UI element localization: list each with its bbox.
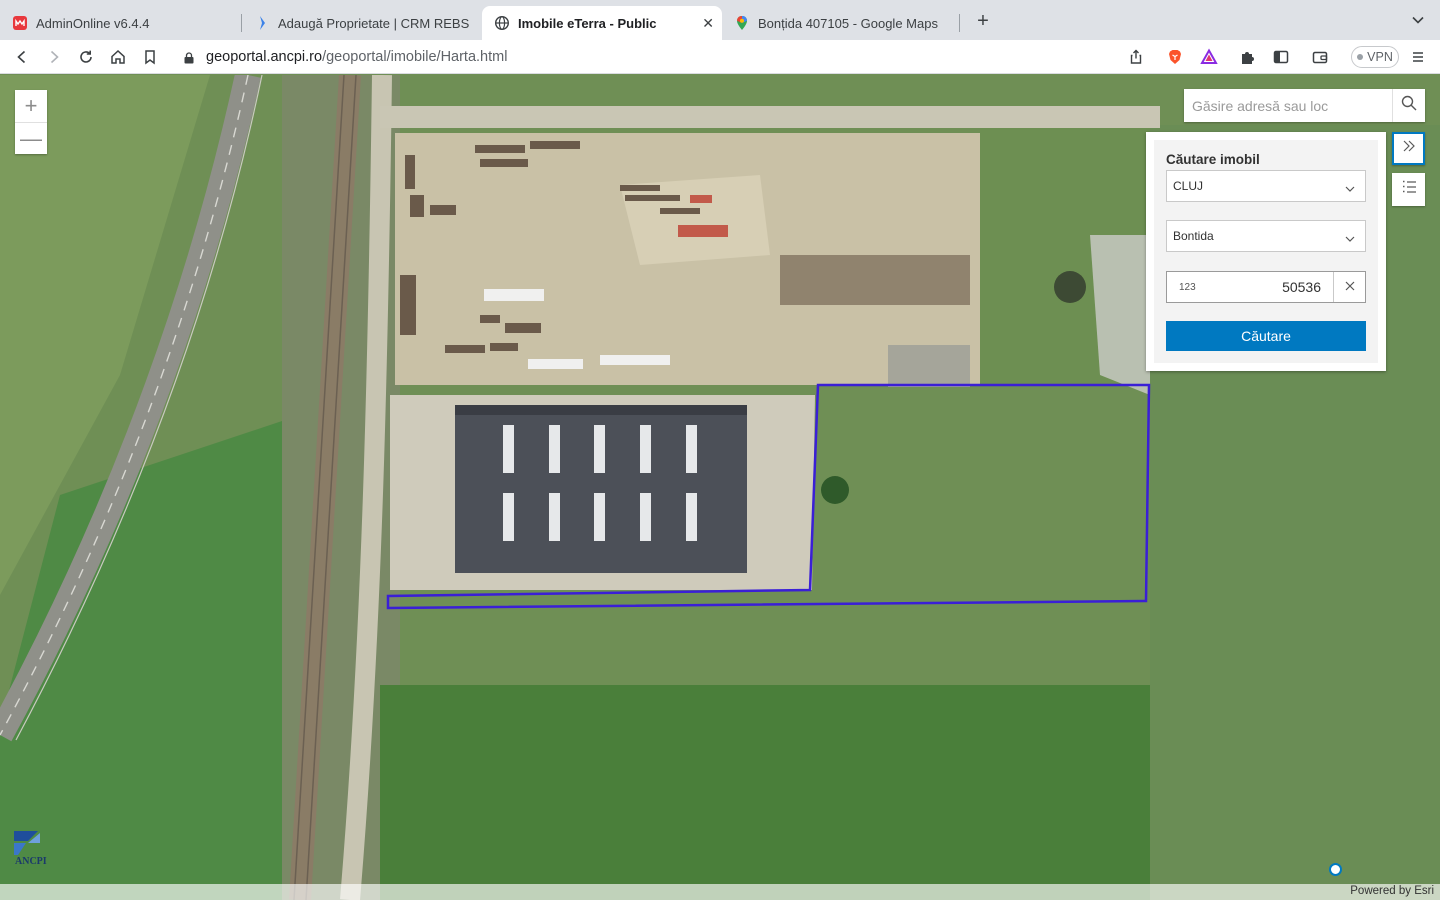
tab-title: Imobile eTerra - Public [518, 15, 657, 31]
cadastral-number-value[interactable]: 50536 [1282, 279, 1321, 295]
wallet-icon[interactable] [1311, 48, 1329, 66]
close-tab-icon[interactable]: ✕ [702, 15, 714, 32]
address-search [1184, 89, 1425, 122]
forward-arrow-icon[interactable] [45, 48, 63, 66]
chevron-down-icon[interactable] [1410, 12, 1426, 28]
attribution-text[interactable]: Powered by Esri [1350, 885, 1434, 897]
url-text[interactable]: geoportal.ancpi.ro/geoportal/imobile/Har… [206, 49, 507, 65]
double-chevron-right-icon [1401, 138, 1417, 159]
brave-shield-icon[interactable] [1166, 48, 1184, 66]
vpn-status-dot-icon [1357, 54, 1364, 60]
reload-icon[interactable] [77, 48, 95, 66]
tab-title: AdminOnline v6.4.4 [36, 15, 150, 31]
brave-rewards-icon[interactable] [1200, 48, 1218, 66]
collapse-panel-button[interactable] [1392, 132, 1425, 165]
county-value: CLUJ [1173, 179, 1204, 193]
share-icon[interactable] [1127, 48, 1145, 66]
lock-icon[interactable] [184, 51, 194, 64]
tab-strip: AdminOnline v6.4.4 Adaugă Proprietate | … [0, 0, 1440, 40]
map-view[interactable]: + — Căutare imobil CLUJ Bonti [0, 75, 1440, 900]
logo-text: ANCPI [15, 856, 47, 867]
county-select[interactable]: CLUJ [1166, 170, 1366, 202]
locality-value: Bontida [1173, 229, 1214, 243]
cadastral-number-input[interactable]: 123 50536 [1166, 271, 1366, 303]
tab-crm-rebs[interactable]: Adaugă Proprietate | CRM REBS [242, 6, 482, 40]
tab-imobile-eterra[interactable]: Imobile eTerra - Public ✕ [482, 6, 722, 40]
zoom-control: + — [15, 90, 47, 154]
home-icon[interactable] [109, 48, 127, 66]
map-slider-handle[interactable] [1329, 863, 1342, 876]
address-bar[interactable]: geoportal.ancpi.ro/geoportal/imobile/Har… [172, 43, 1152, 71]
tab-title: Bonțida 407105 - Google Maps [758, 15, 938, 31]
new-tab-button[interactable]: + [972, 10, 994, 33]
maps-pin-icon [734, 15, 750, 31]
vpn-label: VPN [1367, 50, 1393, 64]
menu-icon[interactable] [1409, 48, 1427, 66]
chevron-down-icon [1345, 232, 1355, 242]
number-type-icon: 123 [1179, 282, 1196, 293]
back-arrow-icon[interactable] [13, 48, 31, 66]
crm-icon [254, 15, 270, 31]
search-submit-button[interactable]: Căutare [1166, 321, 1366, 351]
clear-input-button[interactable] [1333, 272, 1365, 302]
chevron-down-icon [1345, 182, 1355, 192]
zoom-out-button[interactable]: — [15, 122, 47, 154]
url-path: /geoportal/imobile/Harta.html [322, 49, 508, 65]
bookmark-icon[interactable] [141, 48, 159, 66]
globe-icon [494, 15, 510, 31]
browser-toolbar: geoportal.ancpi.ro/geoportal/imobile/Har… [0, 40, 1440, 74]
search-icon [1401, 95, 1417, 116]
tab-google-maps[interactable]: Bonțida 407105 - Google Maps [722, 6, 960, 40]
property-search-panel: Căutare imobil CLUJ Bontida 123 50536 Că… [1146, 132, 1386, 371]
list-icon [1401, 179, 1417, 200]
extensions-icon[interactable] [1239, 48, 1257, 66]
tab-title: Adaugă Proprietate | CRM REBS [278, 15, 470, 31]
close-icon [1345, 278, 1355, 296]
layer-list-button[interactable] [1392, 173, 1425, 206]
panel-title: Căutare imobil [1166, 152, 1260, 167]
ancpi-logo: ANCPI [10, 829, 62, 881]
sidebar-toggle-icon[interactable] [1272, 48, 1290, 66]
url-host: geoportal.ancpi.ro [206, 49, 323, 65]
locality-select[interactable]: Bontida [1166, 220, 1366, 252]
tab-divider [959, 14, 960, 32]
admin-online-icon [12, 15, 28, 31]
vpn-button[interactable]: VPN [1351, 46, 1399, 68]
zoom-in-button[interactable]: + [15, 90, 47, 122]
address-search-input[interactable] [1184, 89, 1392, 122]
tab-admin-online[interactable]: AdminOnline v6.4.4 [0, 6, 242, 40]
attribution-bar: Powered by Esri [0, 884, 1440, 900]
search-button[interactable] [1392, 89, 1425, 122]
